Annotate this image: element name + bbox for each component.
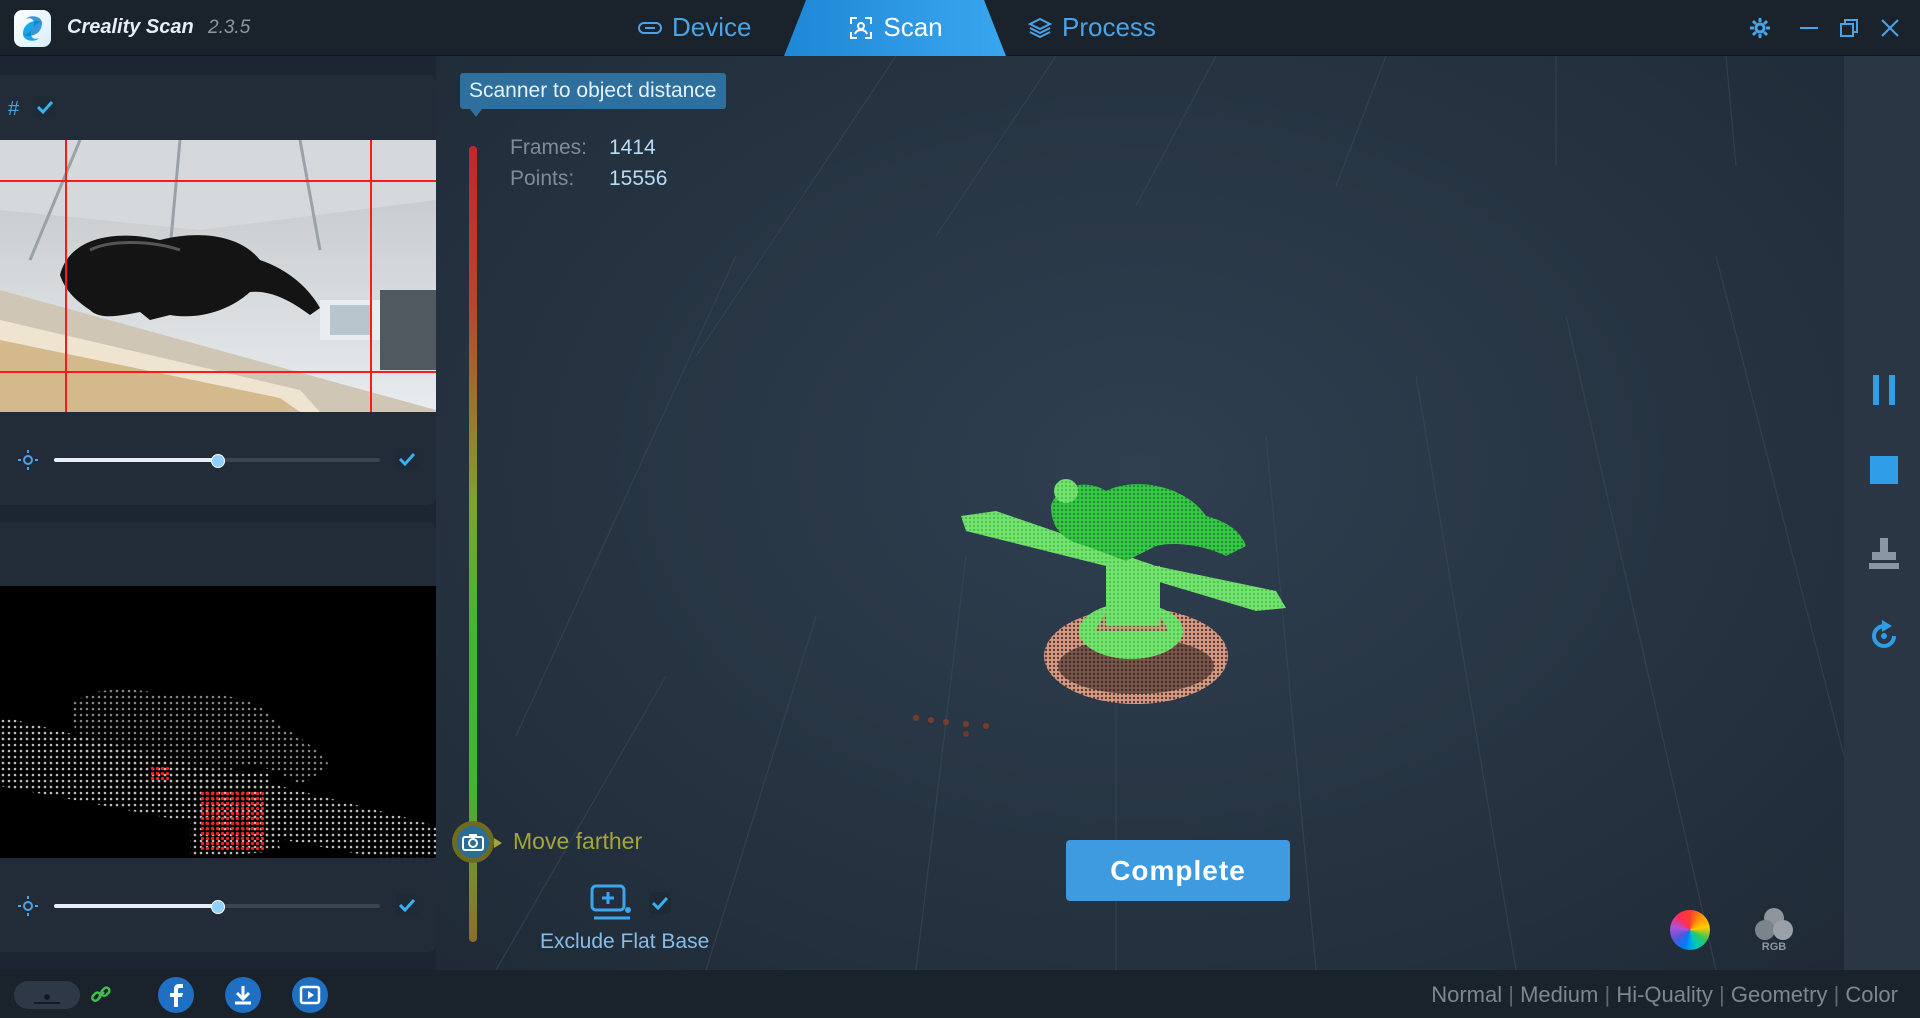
minimize-icon[interactable] — [1795, 14, 1823, 42]
right-toolbar — [1844, 56, 1920, 970]
facebook-icon[interactable] — [158, 977, 194, 1013]
noise-points — [913, 715, 989, 729]
rgb-icon-label: RGB — [1762, 941, 1787, 953]
tab-scan-label: Scan — [883, 12, 943, 42]
app-name: Creality Scan — [67, 16, 194, 38]
quality-normal[interactable]: Normal — [1431, 982, 1502, 1007]
link-icon — [91, 986, 111, 1002]
restore-icon[interactable] — [1835, 14, 1863, 42]
tab-scan[interactable]: Scan — [786, 0, 1006, 55]
marker-arrow-icon — [494, 838, 502, 848]
exclude-flat-base-label: Exclude Flat Base — [540, 930, 710, 953]
tab-process-label: Process — [1062, 12, 1156, 42]
color-wheel-icon[interactable] — [1670, 910, 1710, 950]
exclude-flat-base-checkbox[interactable] — [649, 892, 671, 914]
slider-track[interactable] — [54, 900, 380, 914]
camera-icon — [457, 826, 489, 858]
depth-camera-preview — [0, 586, 436, 858]
points-value: 15556 — [609, 167, 668, 190]
color-brightness-slider[interactable] — [18, 448, 418, 472]
app-version: 2.3.5 — [208, 17, 251, 38]
gear-icon[interactable] — [1746, 14, 1774, 42]
video-tutorial-icon[interactable] — [292, 977, 328, 1013]
reset-view-icon[interactable] — [1866, 618, 1902, 654]
depth-camera-checkbox[interactable] — [396, 894, 418, 916]
color-camera-checkbox[interactable] — [396, 448, 418, 470]
scan-stats: Frames: 1414 Points: 15556 — [510, 132, 667, 194]
status-bar: Normal | Medium | Hi-Quality | Geometry … — [0, 970, 1920, 1018]
complete-button[interactable]: Complete — [1066, 840, 1290, 901]
scan-icon — [849, 16, 873, 40]
scan-quality-selector: Normal | Medium | Hi-Quality | Geometry … — [1431, 982, 1898, 1007]
quality-geometry[interactable]: Geometry — [1731, 982, 1828, 1007]
check-icon — [399, 898, 415, 912]
frames-label: Frames: — [510, 136, 588, 159]
quality-hi-quality[interactable]: Hi-Quality — [1616, 982, 1713, 1007]
depth-brightness-slider[interactable] — [18, 894, 418, 918]
tab-process[interactable]: Process — [1028, 0, 1156, 55]
grid-checkbox[interactable] — [34, 96, 56, 118]
stop-icon[interactable] — [1866, 452, 1902, 488]
device-icon — [638, 21, 662, 35]
color-camera-preview — [0, 140, 436, 412]
rgb-icon[interactable]: RGB — [1752, 904, 1796, 954]
tab-device-label: Device — [672, 12, 752, 42]
check-icon — [399, 452, 415, 466]
title-bar: Creality Scan 2.3.5 Device Scan Process — [0, 0, 1920, 56]
app-logo — [14, 10, 51, 47]
pause-icon[interactable] — [1866, 372, 1902, 408]
download-icon[interactable] — [225, 977, 261, 1013]
scanner-device-icon[interactable] — [14, 981, 80, 1009]
exclude-flat-base-icon[interactable] — [590, 884, 634, 927]
distance-hint: Move farther — [513, 828, 643, 854]
close-icon[interactable] — [1876, 14, 1904, 42]
tab-device[interactable]: Device — [638, 0, 751, 55]
frames-value: 1414 — [609, 136, 656, 159]
distance-tooltip: Scanner to object distance — [460, 73, 726, 117]
layers-icon — [1028, 17, 1052, 39]
grid-toggle-label[interactable]: # — [8, 98, 19, 121]
quality-color[interactable]: Color — [1845, 982, 1898, 1007]
check-icon — [37, 100, 53, 114]
slider-track[interactable] — [54, 454, 380, 468]
points-label: Points: — [510, 167, 575, 190]
quality-medium[interactable]: Medium — [1520, 982, 1598, 1007]
flat-base-icon[interactable] — [1866, 536, 1902, 572]
check-icon — [652, 896, 668, 910]
slider-handle[interactable] — [211, 900, 225, 914]
distance-marker — [452, 821, 494, 863]
slider-handle[interactable] — [211, 454, 225, 468]
scanned-model — [961, 479, 1286, 737]
brightness-icon — [18, 896, 38, 916]
brightness-icon — [18, 450, 38, 470]
